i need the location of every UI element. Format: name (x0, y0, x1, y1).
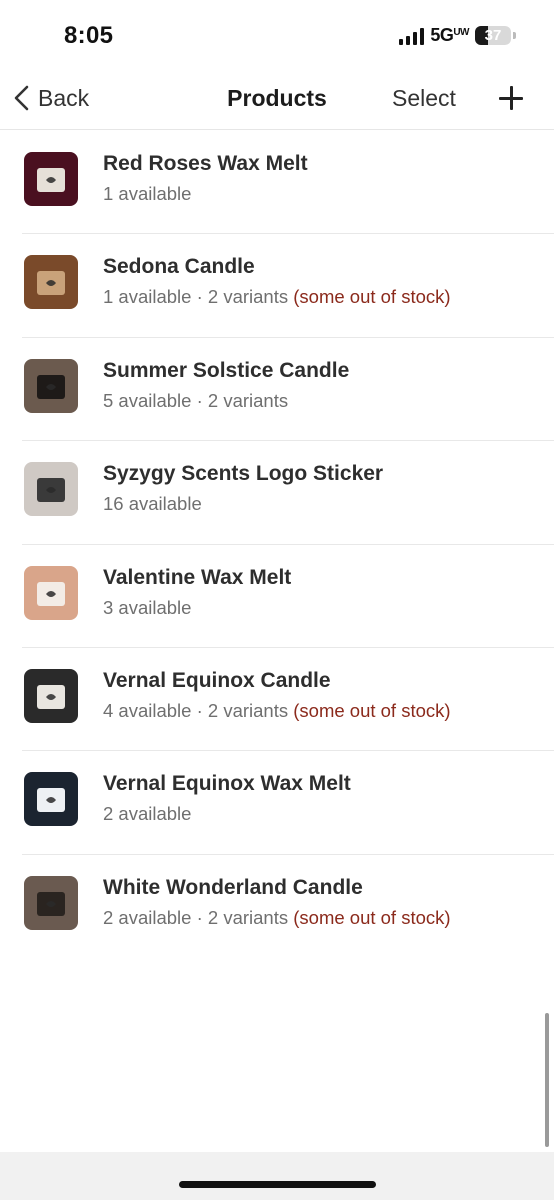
product-name: White Wonderland Candle (103, 875, 363, 899)
product-thumbnail (24, 462, 78, 517)
availability-text: 2 available (103, 906, 192, 928)
stock-warning: (some out of stock) (293, 699, 451, 721)
product-thumbnail (24, 875, 78, 930)
product-row[interactable]: Summer Solstice Candle 5 available · 2 va… (0, 338, 554, 442)
scrollbar[interactable] (545, 1013, 549, 1147)
product-thumbnail (24, 565, 78, 620)
product-name: Valentine Wax Melt (103, 565, 292, 589)
availability-text: 1 available (103, 183, 192, 204)
status-bar: 8:05 5GUW 37 (0, 0, 554, 72)
product-list: Red Roses Wax Melt 1 available Sedona Cand… (0, 131, 554, 958)
product-name: Sedona Candle (103, 255, 255, 279)
status-icons: 5GUW 37 (399, 25, 516, 46)
product-image-icon (24, 668, 78, 723)
product-thumbnail (24, 668, 78, 723)
product-meta: 5 available · 2 variants (103, 390, 288, 412)
product-meta: 1 available · 2 variants (some out of st… (103, 286, 451, 308)
back-label: Back (38, 84, 90, 111)
status-time: 8:05 (64, 22, 114, 49)
product-image-icon (24, 462, 78, 517)
stock-warning: (some out of stock) (293, 286, 451, 308)
product-name: Vernal Equinox Candle (103, 668, 331, 692)
product-image-icon (24, 875, 78, 930)
plus-icon[interactable] (497, 84, 525, 112)
back-button[interactable]: Back (12, 84, 89, 112)
product-meta: 2 available (103, 803, 191, 825)
network-main: 5G (430, 25, 454, 45)
product-row[interactable]: Valentine Wax Melt 3 available (0, 545, 554, 649)
network-type: 5GUW (430, 25, 469, 46)
product-image-icon (24, 358, 78, 413)
battery-icon: 37 (475, 26, 511, 45)
availability-text: 5 available (103, 389, 192, 411)
select-button[interactable]: Select (392, 85, 456, 112)
product-row[interactable]: Vernal Equinox Candle 4 available · 2 var… (0, 648, 554, 752)
product-thumbnail (24, 255, 78, 310)
availability-text: 1 available (103, 286, 192, 308)
product-meta: 1 available (103, 183, 191, 205)
availability-text: 3 available (103, 596, 192, 618)
product-image-icon (24, 565, 78, 620)
variants-text: · 2 variants (191, 699, 289, 721)
product-row[interactable]: Syzygy Scents Logo Sticker 16 available (0, 441, 554, 545)
product-thumbnail (24, 772, 78, 827)
product-name: Vernal Equinox Wax Melt (103, 772, 351, 796)
home-indicator[interactable] (179, 1181, 376, 1188)
chevron-left-icon (14, 85, 29, 111)
product-image-icon (24, 772, 78, 827)
product-meta: 4 available · 2 variants (some out of st… (103, 700, 451, 722)
variants-text: · 2 variants (191, 286, 289, 308)
product-name: Summer Solstice Candle (103, 358, 350, 382)
product-row[interactable]: Red Roses Wax Melt 1 available (0, 131, 554, 235)
variants-text: · 2 variants (191, 389, 289, 411)
variants-text: · 2 variants (191, 906, 289, 928)
product-name: Red Roses Wax Melt (103, 152, 308, 175)
product-thumbnail (24, 152, 78, 206)
availability-text: 4 available (103, 699, 192, 721)
stock-warning: (some out of stock) (293, 906, 451, 928)
product-image-icon (24, 152, 78, 206)
product-meta: 3 available (103, 597, 191, 619)
product-thumbnail (24, 358, 78, 413)
product-row[interactable]: White Wonderland Candle 2 available · 2 v… (0, 855, 554, 958)
navigation-bar: Back Products Select (0, 72, 554, 130)
product-row[interactable]: Sedona Candle 1 available · 2 variants (s… (0, 234, 554, 339)
product-name: Syzygy Scents Logo Sticker (103, 462, 384, 486)
network-sup: UW (453, 27, 469, 38)
product-meta: 2 available · 2 variants (some out of st… (103, 907, 451, 929)
availability-text: 16 available (103, 493, 202, 515)
cellular-signal-icon (399, 27, 425, 45)
battery-level: 37 (484, 27, 502, 44)
product-row[interactable]: Vernal Equinox Wax Melt 2 available (0, 751, 554, 856)
battery-tip (513, 32, 516, 39)
bottom-safe-area (0, 1152, 554, 1200)
product-image-icon (24, 255, 78, 310)
availability-text: 2 available (103, 803, 192, 825)
product-meta: 16 available (103, 493, 202, 515)
